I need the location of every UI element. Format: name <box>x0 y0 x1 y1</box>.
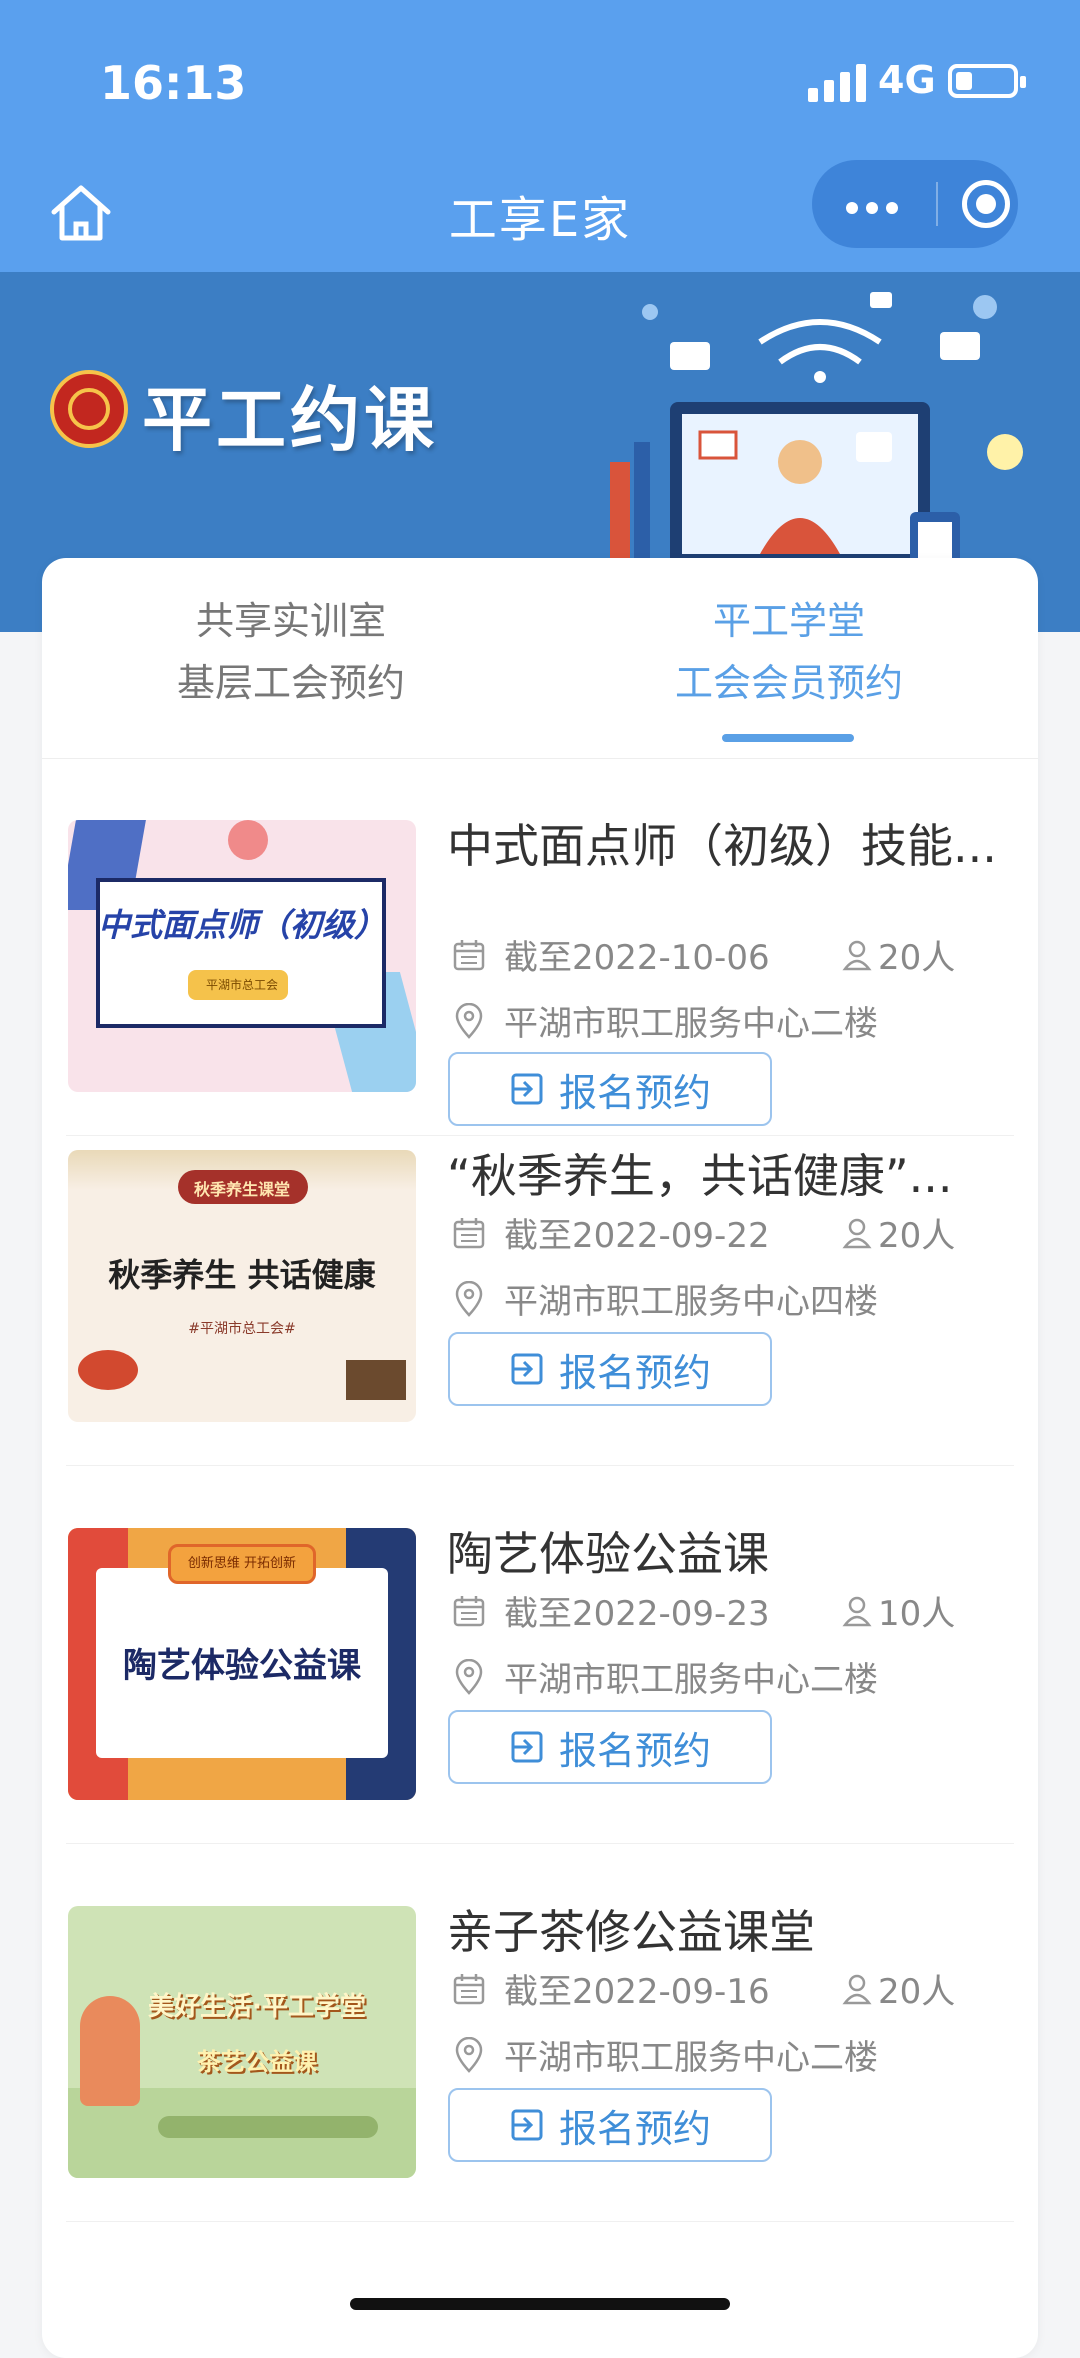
thumbnail-caption: 秋季养生课堂 <box>193 1180 290 1199</box>
course-thumbnail: 中式面点师（初级） 平湖市总工会 <box>68 820 416 1092</box>
person-icon <box>842 1218 872 1248</box>
course-thumbnail: 创新思维 开拓创新 陶艺体验公益课 <box>68 1528 416 1800</box>
thumbnail-caption: 创新思维 开拓创新 <box>187 1556 297 1571</box>
deadline-row: 截至2022-09-23 <box>452 1586 770 1635</box>
active-tab-indicator <box>722 734 854 742</box>
capacity-row: 10人 <box>842 1586 955 1635</box>
sign-up-button[interactable]: 报名预约 <box>448 1332 772 1406</box>
deadline-row: 截至2022-10-06 <box>452 930 770 979</box>
deadline-text: 截至2022-09-16 <box>504 1972 770 2012</box>
sign-in-icon <box>511 1353 543 1385</box>
status-time: 16:13 <box>100 56 247 110</box>
sign-in-icon <box>511 1731 543 1763</box>
union-emblem-icon <box>50 370 128 448</box>
course-title: 陶艺体验公益课 <box>447 1528 769 1580</box>
location-text: 平湖市职工服务中心四楼 <box>504 1282 878 1322</box>
tab-shared-training-room[interactable]: 共享实训室 基层工会预约 <box>42 590 540 714</box>
location-row: 平湖市职工服务中心四楼 <box>452 1274 878 1323</box>
capacity-text: 20人 <box>878 1216 956 1256</box>
banner-title: 平工约课 <box>142 379 438 461</box>
network-type: 4G <box>878 58 936 102</box>
signal-icon <box>808 62 866 102</box>
capacity-text: 20人 <box>878 1972 956 2012</box>
calendar-icon <box>453 1595 485 1626</box>
course-thumbnail: 美好生活·平工学堂 茶艺公益课 <box>68 1906 416 2178</box>
capacity-row: 20人 <box>842 930 955 979</box>
mini-program-capsule <box>812 160 1018 248</box>
home-indicator <box>350 2298 730 2310</box>
tab-bar: 共享实训室 基层工会预约 平工学堂 工会会员预约 <box>42 558 1038 759</box>
close-target-icon[interactable] <box>962 180 1010 228</box>
status-bar: 16:13 4G <box>0 0 1080 160</box>
deadline-row: 截至2022-09-16 <box>452 1964 770 2013</box>
list-item[interactable]: 美好生活·平工学堂 茶艺公益课 亲子茶修公益课堂 截至2022-09-16 20… <box>42 1844 1038 2222</box>
course-thumbnail: 秋季养生课堂 秋季养生 共话健康 #平湖市总工会# <box>68 1150 416 1422</box>
location-pin-icon <box>455 1658 483 1695</box>
sign-up-label: 报名预约 <box>558 1350 711 1395</box>
content-card: 共享实训室 基层工会预约 平工学堂 工会会员预约 中式面点师（初级） 平湖市总工… <box>42 558 1038 2358</box>
location-pin-icon <box>455 2036 483 2073</box>
sign-up-label: 报名预约 <box>558 1728 711 1773</box>
sign-up-button[interactable]: 报名预约 <box>448 2088 772 2162</box>
list-item[interactable]: 秋季养生课堂 秋季养生 共话健康 #平湖市总工会# “秋季养生，共话健康”...… <box>42 1088 1038 1466</box>
person-icon <box>842 940 872 970</box>
location-row: 平湖市职工服务中心二楼 <box>452 2030 878 2079</box>
thumbnail-subtitle: 平湖市总工会 <box>205 978 278 992</box>
location-text: 平湖市职工服务中心二楼 <box>504 2038 878 2078</box>
course-title: “秋季养生，共话健康”... <box>447 1150 953 1202</box>
thumbnail-subtitle: #平湖市总工会# <box>188 1321 296 1337</box>
calendar-icon <box>453 1217 485 1248</box>
nav-bar: 工享E家 <box>0 160 1080 272</box>
more-icon[interactable] <box>846 202 898 214</box>
location-row: 平湖市职工服务中心二楼 <box>452 996 878 1045</box>
tab-sublabel: 基层工会预约 <box>176 661 405 705</box>
course-title: 亲子茶修公益课堂 <box>447 1906 815 1958</box>
capacity-row: 20人 <box>842 1208 955 1257</box>
person-icon <box>842 1974 872 2004</box>
battery-icon <box>948 64 1026 98</box>
tab-label: 共享实训室 <box>195 599 386 643</box>
sign-in-icon <box>511 2109 543 2141</box>
deadline-text: 截至2022-10-06 <box>504 938 770 978</box>
capacity-text: 20人 <box>878 938 956 978</box>
capacity-row: 20人 <box>842 1964 955 2013</box>
deadline-text: 截至2022-09-23 <box>504 1594 770 1634</box>
tab-pinggong-school[interactable]: 平工学堂 工会会员预约 <box>540 590 1038 714</box>
thumbnail-title: 秋季养生 共话健康 <box>108 1256 376 1294</box>
course-title: 中式面点师（初级）技能... <box>447 820 997 872</box>
location-pin-icon <box>455 1280 483 1317</box>
list-item[interactable]: 创新思维 开拓创新 陶艺体验公益课 陶艺体验公益课 截至2022-09-23 1… <box>42 1466 1038 1844</box>
deadline-text: 截至2022-09-22 <box>504 1216 770 1256</box>
calendar-icon <box>453 1973 485 2004</box>
thumbnail-title: 美好生活·平工学堂 <box>148 1992 366 2022</box>
location-row: 平湖市职工服务中心二楼 <box>452 1652 878 1701</box>
calendar-icon <box>453 939 485 970</box>
location-text: 平湖市职工服务中心二楼 <box>504 1660 878 1700</box>
thumbnail-subtitle: 茶艺公益课 <box>197 2048 317 2076</box>
tab-label: 平工学堂 <box>712 599 865 643</box>
sign-up-button[interactable]: 报名预约 <box>448 1710 772 1784</box>
location-text: 平湖市职工服务中心二楼 <box>504 1004 878 1044</box>
location-pin-icon <box>455 1002 483 1039</box>
person-icon <box>842 1596 872 1626</box>
list-item[interactable]: 中式面点师（初级） 平湖市总工会 中式面点师（初级）技能... 截至2022-1… <box>42 758 1038 1136</box>
thumbnail-title: 中式面点师（初级） <box>97 906 386 944</box>
capacity-text: 10人 <box>878 1594 956 1634</box>
tab-sublabel: 工会会员预约 <box>674 661 903 705</box>
sign-up-label: 报名预约 <box>558 2106 711 2151</box>
deadline-row: 截至2022-09-22 <box>452 1208 770 1257</box>
thumbnail-title: 陶艺体验公益课 <box>123 1646 361 1686</box>
